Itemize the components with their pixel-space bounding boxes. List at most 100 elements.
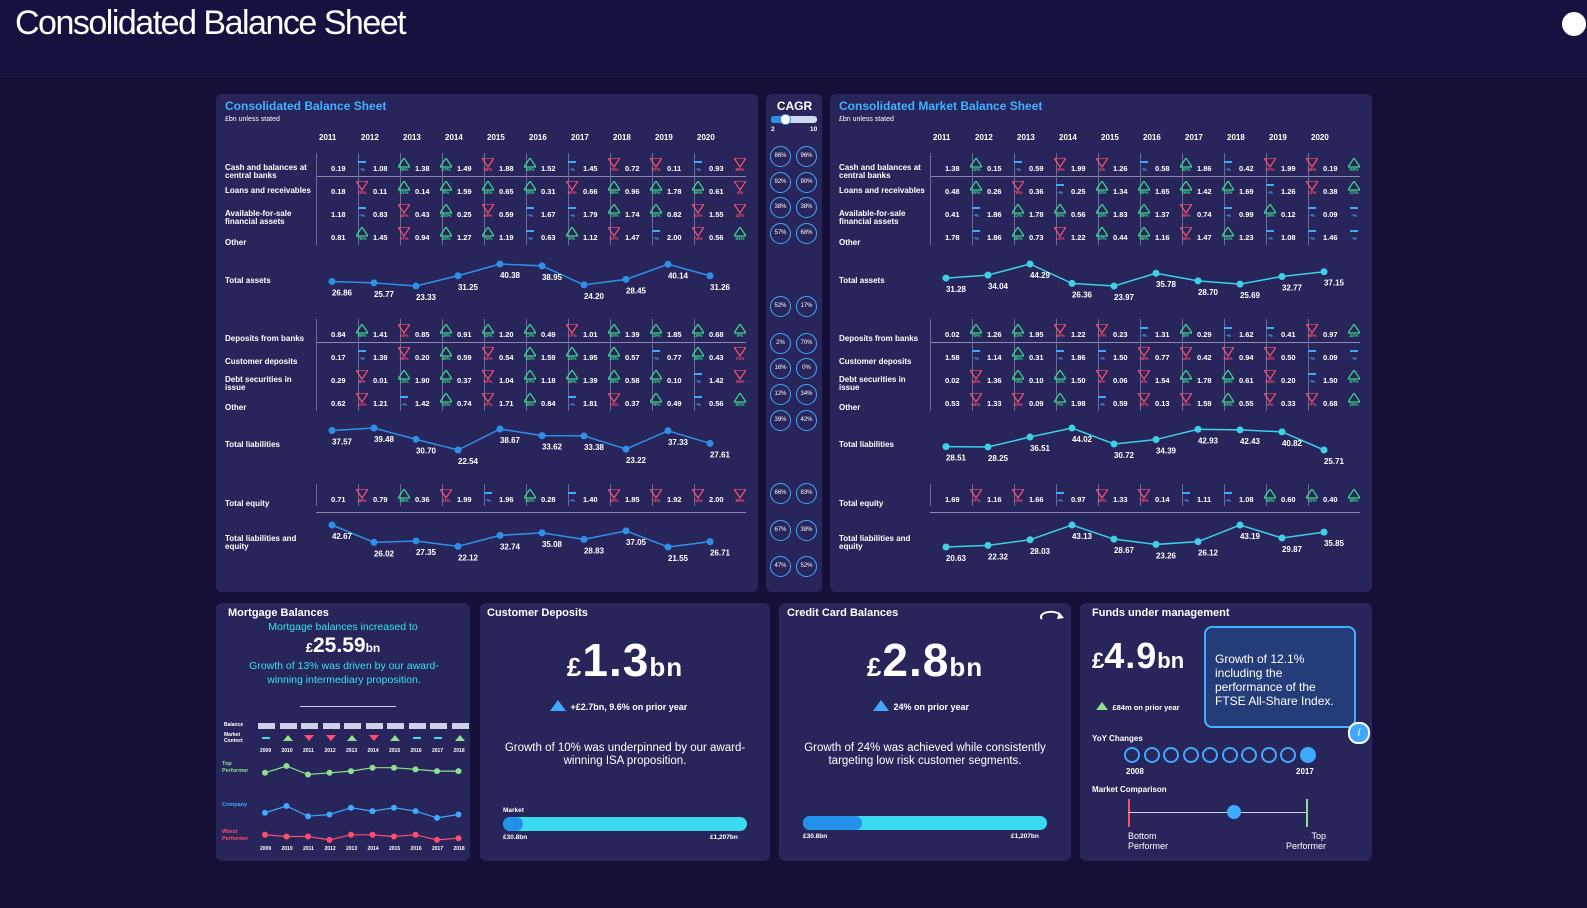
data-point[interactable] (1152, 540, 1160, 548)
data-point[interactable] (455, 811, 462, 818)
data-point[interactable] (283, 833, 290, 840)
data-point[interactable] (1110, 440, 1118, 448)
data-point[interactable] (942, 543, 950, 551)
data-point[interactable] (1152, 436, 1160, 444)
data-point[interactable] (454, 272, 462, 280)
data-point[interactable] (391, 833, 397, 840)
data-point[interactable] (1278, 428, 1286, 436)
data-point[interactable] (455, 835, 462, 842)
data-point[interactable] (454, 542, 462, 550)
data-point[interactable] (1278, 272, 1286, 280)
data-point[interactable] (538, 262, 546, 270)
data-point[interactable] (391, 804, 397, 811)
data-point[interactable] (580, 281, 588, 289)
data-point[interactable] (622, 527, 630, 535)
data-point[interactable] (434, 768, 440, 775)
data-point[interactable] (1068, 279, 1076, 287)
data-point[interactable] (664, 260, 672, 268)
yoy-dot[interactable] (1221, 747, 1238, 763)
data-point[interactable] (538, 529, 546, 537)
data-point[interactable] (262, 831, 268, 838)
data-point[interactable] (326, 811, 333, 818)
yoy-dot[interactable] (1182, 747, 1199, 763)
data-point[interactable] (283, 763, 290, 769)
data-point[interactable] (622, 445, 630, 453)
data-point[interactable] (984, 541, 992, 549)
data-point[interactable] (1026, 536, 1034, 544)
data-point[interactable] (412, 282, 420, 290)
yoy-dot[interactable] (1143, 747, 1160, 763)
data-point[interactable] (1110, 282, 1118, 290)
data-point[interactable] (328, 426, 336, 434)
data-point[interactable] (283, 803, 290, 809)
data-point[interactable] (391, 764, 397, 771)
data-point[interactable] (455, 768, 462, 775)
yoy-dot[interactable] (1260, 747, 1277, 763)
data-point[interactable] (369, 808, 376, 815)
yoy-dot[interactable] (1202, 747, 1218, 763)
cagr-slider[interactable] (771, 114, 817, 125)
data-point[interactable] (496, 531, 504, 539)
data-point[interactable] (1194, 425, 1202, 433)
data-point[interactable] (1320, 528, 1328, 536)
data-point[interactable] (622, 275, 630, 283)
data-point[interactable] (1026, 433, 1034, 441)
data-point[interactable] (262, 769, 268, 776)
data-point[interactable] (328, 521, 336, 529)
data-point[interactable] (664, 427, 672, 435)
data-point[interactable] (1320, 446, 1328, 454)
data-point[interactable] (412, 808, 419, 815)
data-point[interactable] (262, 809, 268, 816)
info-icon[interactable] (1562, 12, 1586, 36)
data-point[interactable] (348, 804, 354, 811)
data-point[interactable] (496, 260, 504, 268)
data-point[interactable] (1068, 521, 1076, 529)
data-point[interactable] (706, 439, 714, 447)
data-point[interactable] (1236, 521, 1244, 529)
data-point[interactable] (412, 435, 420, 443)
data-point[interactable] (580, 432, 588, 440)
yoy-dot[interactable] (1241, 747, 1257, 763)
cagr-slider-handle[interactable] (779, 114, 791, 125)
data-point[interactable] (305, 771, 311, 778)
data-point[interactable] (1194, 277, 1202, 285)
data-point[interactable] (1152, 269, 1160, 277)
data-point[interactable] (1236, 426, 1244, 434)
yoy-dot[interactable] (1163, 747, 1179, 763)
data-point[interactable] (1194, 538, 1202, 546)
data-point[interactable] (326, 836, 333, 843)
data-point[interactable] (305, 813, 311, 820)
data-point[interactable] (412, 537, 420, 545)
data-point[interactable] (1068, 424, 1076, 432)
data-point[interactable] (454, 446, 462, 454)
data-point[interactable] (370, 279, 378, 287)
data-point[interactable] (706, 272, 714, 280)
data-point[interactable] (328, 277, 336, 285)
data-point[interactable] (348, 768, 354, 775)
data-point[interactable] (706, 538, 714, 546)
data-point[interactable] (370, 538, 378, 546)
refresh-icon[interactable] (1039, 610, 1065, 624)
data-point[interactable] (434, 836, 440, 843)
data-point[interactable] (305, 833, 311, 840)
data-point[interactable] (369, 831, 376, 838)
edit-icon[interactable]: i (1348, 722, 1370, 744)
data-point[interactable] (984, 271, 992, 279)
data-point[interactable] (1236, 280, 1244, 288)
data-point[interactable] (370, 424, 378, 432)
data-point[interactable] (1110, 535, 1118, 543)
data-point[interactable] (942, 443, 950, 451)
yoy-dot[interactable] (1124, 747, 1140, 763)
data-point[interactable] (1320, 268, 1328, 276)
data-point[interactable] (412, 766, 419, 773)
data-point[interactable] (664, 543, 672, 551)
data-point[interactable] (538, 432, 546, 440)
data-point[interactable] (348, 831, 354, 838)
data-point[interactable] (412, 831, 419, 838)
data-point[interactable] (984, 443, 992, 451)
data-point[interactable] (326, 769, 333, 776)
data-point[interactable] (1278, 534, 1286, 542)
data-point[interactable] (942, 274, 950, 282)
data-point[interactable] (369, 764, 376, 771)
data-point[interactable] (580, 535, 588, 543)
